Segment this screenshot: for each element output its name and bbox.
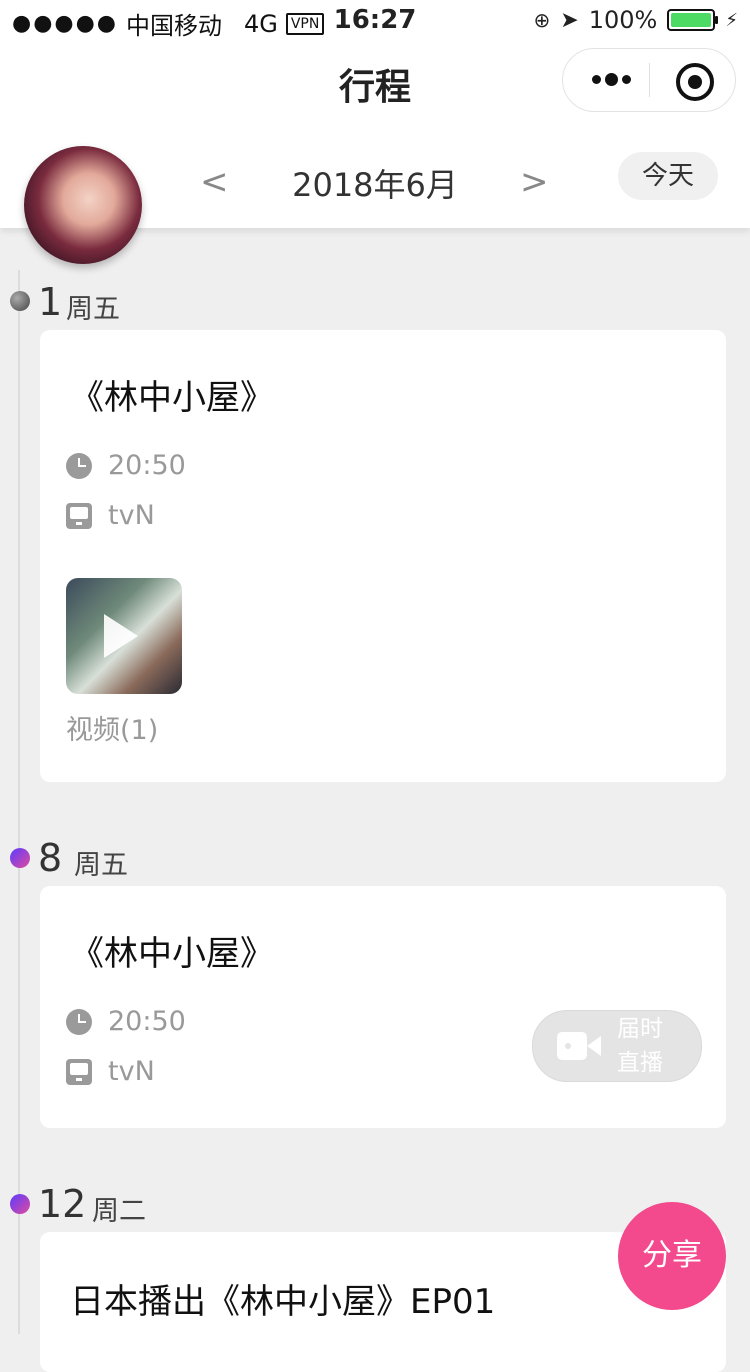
timeline-dot (10, 291, 30, 311)
event-card[interactable]: 《林中小屋》 20:50 tvN 视频(1) (40, 330, 726, 782)
event-time: 20:50 (66, 450, 186, 481)
event-time-value: 20:50 (108, 1006, 186, 1037)
day-weekday: 周二 (92, 1196, 146, 1227)
today-button[interactable]: 今天 (618, 152, 718, 200)
event-title: 《林中小屋》 (70, 934, 274, 974)
live-label: 届时直播 (617, 1016, 663, 1076)
event-channel: tvN (66, 500, 155, 531)
more-icon[interactable] (587, 59, 635, 99)
timeline-line (18, 270, 20, 1334)
clock-icon (66, 452, 92, 479)
event-title: 日本播出《林中小屋》EP01 (70, 1282, 496, 1322)
day-number: 1 (38, 280, 63, 324)
day-number: 12 (38, 1182, 87, 1226)
video-thumbnail[interactable] (66, 578, 182, 694)
nav-bar: 行程 (0, 40, 750, 128)
battery-icon (667, 9, 719, 31)
status-bar: ●●●●● 中国移动 4G VPN 16:27 ⊕ ➤ 100% ⚡ (0, 0, 750, 40)
timeline-dot (10, 1194, 30, 1214)
event-title: 《林中小屋》 (70, 378, 274, 418)
miniprogram-capsule (562, 48, 736, 112)
battery-percent: 100% (588, 6, 658, 34)
share-button[interactable]: 分享 (618, 1202, 726, 1310)
event-channel-value: tvN (108, 500, 155, 531)
live-reminder-button[interactable]: 届时直播 (532, 1010, 702, 1082)
event-time-value: 20:50 (108, 450, 186, 481)
day-number: 8 (38, 836, 63, 880)
event-time: 20:50 (66, 1006, 186, 1037)
location-arrow-icon: ➤ (560, 7, 579, 33)
event-channel-value: tvN (108, 1056, 155, 1087)
next-month-button[interactable]: > (520, 162, 549, 202)
day-weekday: 周五 (74, 850, 128, 881)
video-camera-icon (557, 1032, 601, 1060)
timeline-dot (10, 848, 30, 868)
event-card[interactable]: 《林中小屋》 20:50 tvN 届时直播 (40, 886, 726, 1128)
close-miniprogram-icon[interactable] (676, 63, 714, 101)
day-weekday: 周五 (66, 294, 120, 325)
event-channel: tvN (66, 1056, 155, 1087)
clock-icon (66, 1008, 92, 1035)
video-count: 视频(1) (66, 715, 159, 746)
play-icon (104, 614, 138, 658)
tv-icon (66, 502, 92, 529)
capsule-divider (649, 63, 650, 97)
tv-icon (66, 1058, 92, 1085)
avatar[interactable] (24, 146, 142, 264)
orientation-lock-icon: ⊕ (533, 8, 551, 32)
charging-icon: ⚡ (725, 9, 738, 31)
